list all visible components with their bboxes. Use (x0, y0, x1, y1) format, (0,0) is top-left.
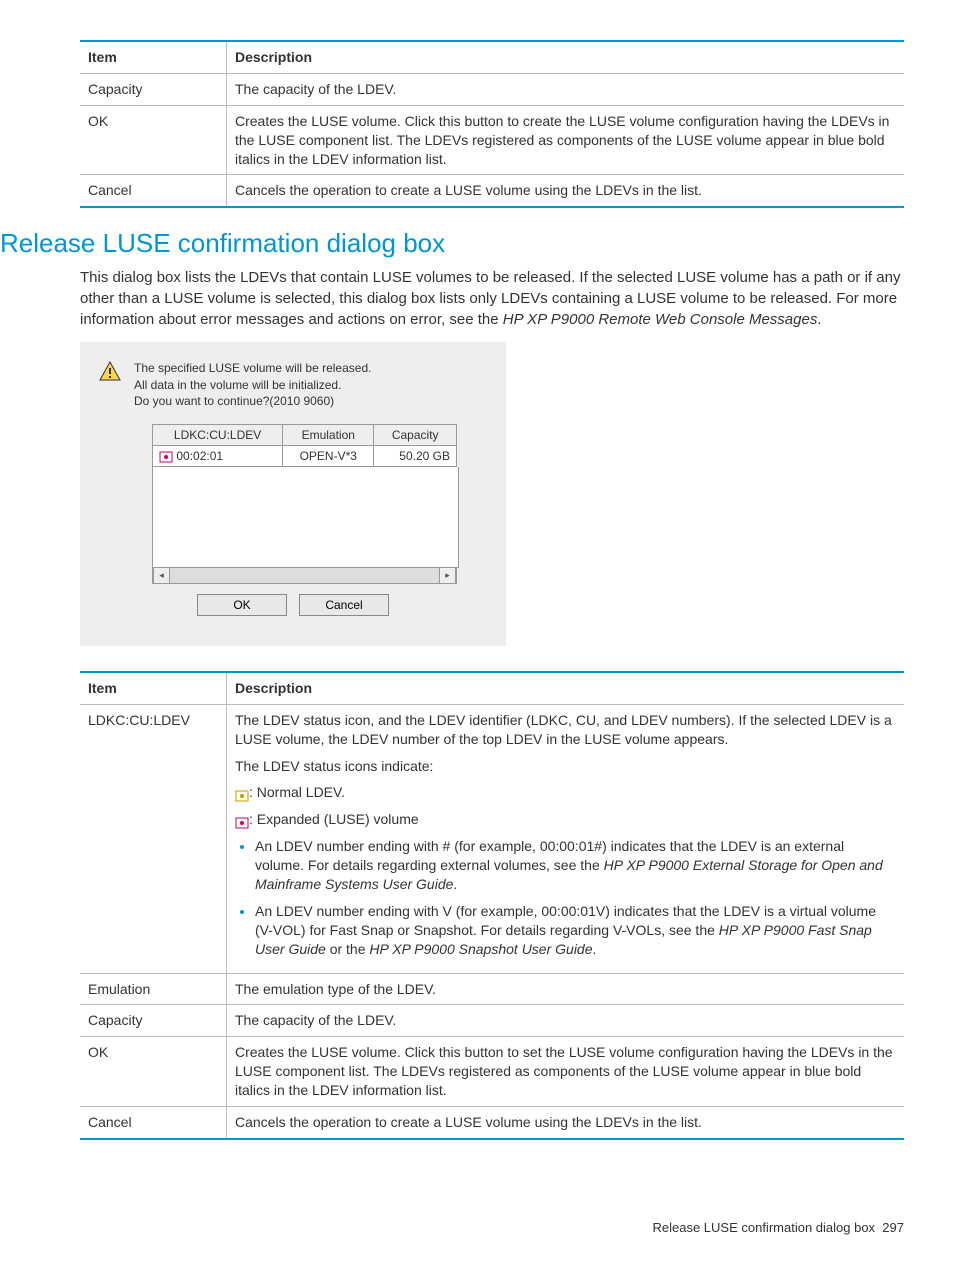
col-ldkc: LDKC:CU:LDEV (153, 424, 283, 445)
release-luse-dialog: The specified LUSE volume will be releas… (80, 342, 506, 646)
table-row: Capacity The capacity of the LDEV. (80, 1005, 904, 1037)
luse-volume-icon (159, 451, 173, 463)
scroll-right-icon[interactable]: ▸ (439, 568, 456, 583)
table-row: Emulation The emulation type of the LDEV… (80, 973, 904, 1005)
col-emulation: Emulation (283, 424, 374, 445)
doc-reference: HP XP P9000 Remote Web Console Messages (503, 311, 818, 328)
col-capacity: Capacity (374, 424, 457, 445)
luse-volume-icon (235, 815, 249, 827)
scroll-left-icon[interactable]: ◂ (153, 568, 170, 583)
item-description-table-1: Item Description Capacity The capacity o… (80, 40, 904, 208)
cancel-button[interactable]: Cancel (299, 594, 389, 616)
section-heading: Release LUSE confirmation dialog box (0, 228, 904, 259)
col-description: Description (227, 41, 905, 73)
table-row: OK Creates the LUSE volume. Click this b… (80, 1037, 904, 1107)
col-item: Item (80, 672, 227, 704)
table-row: OK Creates the LUSE volume. Click this b… (80, 105, 904, 175)
table-row: LDKC:CU:LDEV The LDEV status icon, and t… (80, 704, 904, 973)
warning-icon (98, 360, 122, 384)
normal-ldev-icon (235, 788, 249, 800)
list-item: An LDEV number ending with # (for exampl… (255, 837, 896, 894)
intro-paragraph: This dialog box lists the LDEVs that con… (80, 267, 904, 330)
dialog-table-body-empty (152, 467, 459, 568)
dialog-message: The specified LUSE volume will be releas… (134, 360, 371, 409)
doc-reference: HP XP P9000 Snapshot User Guide (369, 941, 592, 957)
item-description-table-2: Item Description LDKC:CU:LDEV The LDEV s… (80, 671, 904, 1140)
col-description: Description (227, 672, 905, 704)
ldev-notes-list: An LDEV number ending with # (for exampl… (235, 837, 896, 958)
dialog-ldev-table: LDKC:CU:LDEV Emulation Capacity 00:02:01… (152, 424, 457, 467)
list-item: An LDEV number ending with V (for exampl… (255, 902, 896, 959)
page-footer: Release LUSE confirmation dialog box 297 (0, 1190, 954, 1255)
ok-button[interactable]: OK (197, 594, 287, 616)
col-item: Item (80, 41, 227, 73)
page-number: 297 (882, 1220, 904, 1235)
table-row: Cancel Cancels the operation to create a… (80, 1107, 904, 1139)
table-row: Cancel Cancels the operation to create a… (80, 175, 904, 207)
table-row: Capacity The capacity of the LDEV. (80, 73, 904, 105)
table-row[interactable]: 00:02:01 OPEN-V*3 50.20 GB (153, 445, 457, 466)
horizontal-scrollbar[interactable]: ◂ ▸ (152, 568, 457, 584)
